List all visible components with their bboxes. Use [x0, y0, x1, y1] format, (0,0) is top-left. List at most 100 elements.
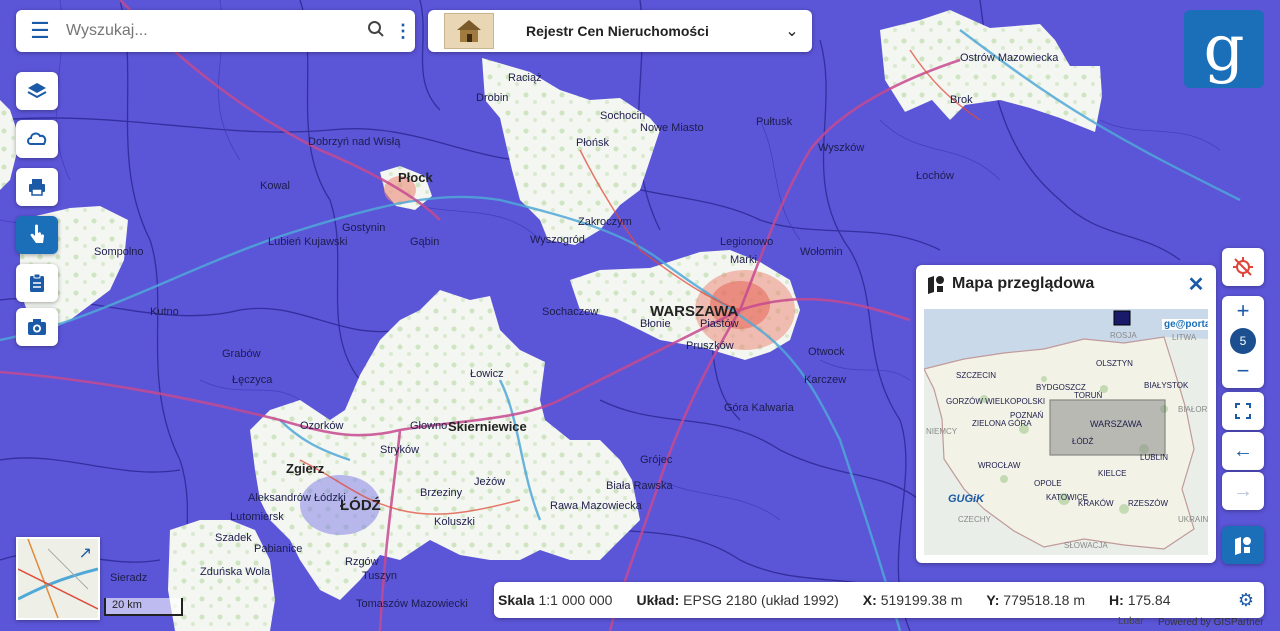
scale-bar-label: 20 km	[112, 599, 142, 611]
ov-wroclaw: WROCŁAW	[978, 461, 1021, 470]
map-label-koluszki: Koluszki	[434, 516, 475, 528]
ov-brand-logo: ge@portal	[1162, 319, 1208, 330]
map-label-lubartow: Lubar	[1118, 616, 1144, 627]
ov-rosja: ROSJA	[1110, 331, 1137, 340]
layers-icon	[27, 83, 47, 99]
map-label-tomaszow: Tomaszów Mazowiecki	[356, 598, 468, 610]
map-label-strykow: Stryków	[380, 444, 420, 456]
ov-kielce: KIELCE	[1098, 469, 1127, 478]
more-options-icon[interactable]: ⋮	[391, 21, 415, 42]
map-label-wyszkow: Wyszków	[818, 142, 865, 154]
close-icon[interactable]: ✕	[1176, 272, 1216, 297]
map-label-lutomiersk: Lutomiersk	[230, 511, 284, 523]
print-button[interactable]	[16, 168, 58, 206]
map-label-tuszyn: Tuszyn	[362, 570, 398, 582]
map-label-zdunska: Zduńska Wola	[200, 566, 271, 578]
map-label-piastow: Piastów	[700, 318, 739, 330]
gugik-logo: GUGiK	[948, 493, 985, 505]
overview-panel: Mapa przeglądowa ✕ OLSZTYN BIAŁYSTOK SZC…	[916, 265, 1216, 563]
location-off-icon	[1233, 257, 1253, 277]
map-label-leczyca: Łęczyca	[232, 374, 273, 386]
map-label-pruszkow: Pruszków	[686, 340, 734, 352]
map-label-ozorkow: Ozorków	[300, 420, 344, 432]
map-label-glowno: Głowno	[410, 420, 448, 432]
map-label-zakroczym: Zakroczym	[578, 216, 632, 228]
map-label-lochow: Łochów	[916, 170, 954, 182]
scale-bar: 20 km	[104, 598, 183, 616]
powered-by: Powered by GISPartner	[1158, 617, 1264, 628]
geoportal-logo[interactable]: g	[1184, 10, 1264, 88]
ov-zielona-gora: ZIELONA GÓRA	[972, 419, 1032, 428]
overview-map-icon	[928, 276, 944, 294]
theme-selector[interactable]: Rejestr Cen Nieruchomości ⌄	[428, 10, 812, 52]
arrow-left-icon: ←	[1233, 439, 1253, 462]
ov-szczecin: SZCZECIN	[956, 371, 996, 380]
layers-button[interactable]	[16, 72, 58, 110]
map-label-dobrzyn: Dobrzyń nad Wisłą	[308, 136, 401, 148]
fullscreen-button[interactable]	[1222, 392, 1264, 430]
cloud-services-button[interactable]	[16, 120, 58, 158]
crs-value[interactable]: EPSG 2180 (układ 1992)	[683, 592, 839, 608]
ov-gorzow: GORZÓW WIELKOPOLSKI	[946, 397, 1046, 406]
status-bar: Skala 1:1 000 000 Układ: EPSG 2180 (ukła…	[494, 582, 1264, 618]
previous-extent-button[interactable]: ←	[1222, 432, 1264, 470]
map-label-skierniewice: Skierniewice	[448, 419, 527, 434]
chevron-down-icon: ⌄	[785, 23, 799, 40]
search-input[interactable]	[64, 21, 361, 41]
overview-map[interactable]: OLSZTYN BIAŁYSTOK SZCZECIN BYDGOSZCZ TOR…	[924, 309, 1208, 555]
cloud-icon	[27, 132, 47, 145]
map-pin-icon	[1235, 537, 1251, 555]
identify-tool-button[interactable]	[16, 216, 58, 254]
map-label-sieradz: Sieradz	[110, 572, 148, 584]
map-label-rzgow: Rzgów	[345, 556, 379, 568]
screenshot-button[interactable]	[16, 308, 58, 346]
map-label-marki: Marki	[730, 254, 757, 266]
search-icon[interactable]	[361, 20, 391, 43]
map-label-ostrow: Ostrów Mazowiecka	[960, 52, 1059, 64]
ov-lodz: ŁÓDŹ	[1072, 437, 1094, 446]
map-label-sompolno: Sompolno	[94, 246, 144, 258]
map-label-racinz: Raciąż	[508, 72, 542, 84]
disable-location-button[interactable]	[1222, 248, 1264, 286]
map-label-rawa: Rawa Mazowiecka	[550, 500, 642, 512]
zoom-out-button[interactable]: −	[1222, 356, 1264, 386]
h-label: H:	[1109, 592, 1124, 608]
map-label-blonie: Błonie	[640, 318, 671, 330]
map-label-biala-rawska: Biała Rawska	[606, 480, 673, 492]
crs-label: Układ:	[636, 592, 680, 608]
next-extent-button[interactable]: →	[1222, 472, 1264, 510]
zoom-in-button[interactable]: +	[1222, 296, 1264, 326]
map-label-wyszogrod: Wyszogród	[530, 234, 585, 246]
map-label-nowe-miasto: Nowe Miasto	[640, 122, 704, 134]
basemap-switcher[interactable]: ↗	[16, 537, 100, 620]
ov-ukraina: UKRAINA	[1178, 515, 1208, 524]
map-label-kutno: Kutno	[150, 306, 179, 318]
map-label-kowal: Kowal	[260, 180, 290, 192]
scale-value[interactable]: 1:1 000 000	[538, 592, 612, 608]
overview-map-toggle[interactable]	[1222, 526, 1264, 564]
map-label-brzeziny: Brzeziny	[420, 487, 463, 499]
x-label: X:	[862, 592, 877, 608]
map-label-drobin: Drobin	[476, 92, 509, 104]
map-label-karczew: Karczew	[804, 374, 847, 386]
camera-icon	[28, 319, 46, 335]
y-label: Y:	[986, 592, 1000, 608]
scale-label: Skala	[498, 592, 535, 608]
arrow-right-icon: →	[1233, 479, 1253, 502]
clipboard-button[interactable]	[16, 264, 58, 302]
ov-torun: TORUŃ	[1074, 391, 1103, 400]
map-label-lowicz: Łowicz	[470, 368, 504, 380]
map-label-pultusk: Pułtusk	[756, 116, 793, 128]
map-label-gostynin: Gostynin	[342, 222, 386, 234]
theme-title: Rejestr Cen Nieruchomości	[526, 23, 709, 39]
menu-icon[interactable]: ☰	[16, 10, 64, 52]
map-label-zgierz: Zgierz	[286, 461, 325, 476]
ov-czechy: CZECHY	[958, 515, 991, 524]
overview-title: Mapa przeglądowa	[952, 275, 1095, 292]
ov-lublin: LUBLIN	[1140, 453, 1169, 462]
map-label-otwock: Otwock	[808, 346, 845, 358]
gear-icon[interactable]: ⚙	[1228, 590, 1264, 611]
ov-warszawa: WARSZAWA	[1090, 419, 1142, 429]
map-label-brok: Brok	[950, 94, 973, 106]
map-label-jezow: Jeżów	[474, 476, 506, 488]
